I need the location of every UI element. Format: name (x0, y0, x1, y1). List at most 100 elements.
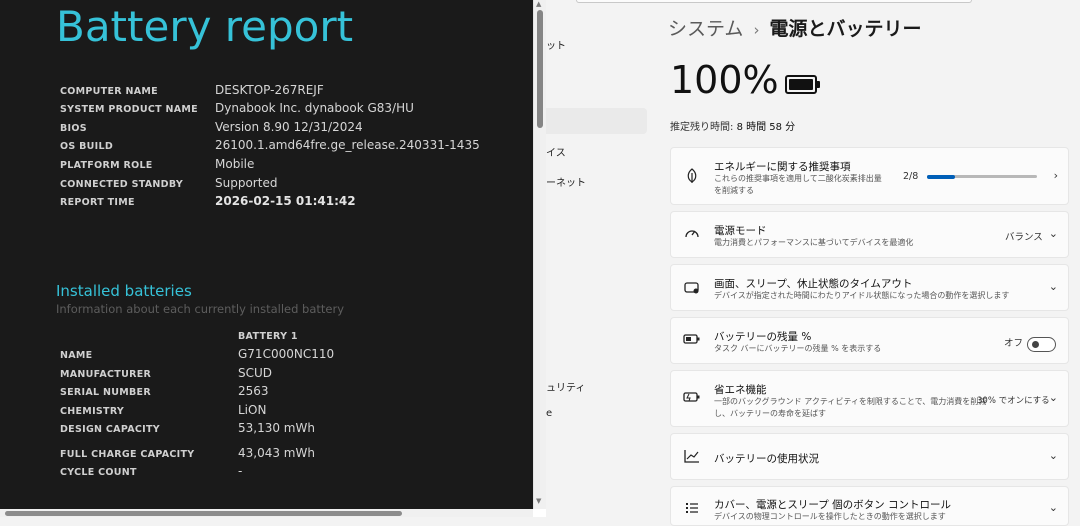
battery-label: DESIGN CAPACITY (60, 424, 160, 435)
battery-value: SCUD (238, 366, 273, 380)
info-value: Mobile (215, 157, 255, 171)
info-row-connected-standby: CONNECTED STANDBY Supported (60, 176, 530, 194)
battery-label: MANUFACTURER (60, 369, 152, 380)
battery-nub (817, 81, 820, 88)
info-row-report-time: REPORT TIME 2026-02-15 01:41:42 (60, 194, 530, 212)
info-label: OS BUILD (60, 141, 114, 152)
breadcrumb-parent[interactable]: システム (668, 18, 743, 40)
card-desc-line: 電力消費とパフォーマンスに基づいてデバイスを最適化 (714, 238, 914, 247)
nav-item-fragment[interactable]: e (546, 408, 552, 419)
energy-saver-value[interactable]: 30% でオンにする (977, 394, 1050, 406)
battery-value: 43,043 mWh (238, 446, 315, 460)
battery-row-full-charge-capacity: FULL CHARGE CAPACITY 43,043 mWh (60, 446, 530, 464)
info-row-bios: BIOS Version 8.90 12/31/2024 (60, 120, 530, 138)
info-value: 2026-02-15 01:41:42 (215, 194, 356, 208)
battery-report-page: Battery report COMPUTER NAME DESKTOP-267R… (0, 0, 533, 509)
battery-value: LiON (238, 403, 267, 417)
battery-value: - (238, 464, 243, 478)
nav-item-fragment[interactable]: ット (546, 37, 566, 52)
info-value: Dynabook Inc. dynabook G83/HU (215, 101, 414, 115)
card-title: エネルギーに関する推奨事項 (714, 161, 851, 173)
toggle-state-label: オフ (1004, 338, 1024, 349)
battery-label: CYCLE COUNT (60, 467, 137, 478)
battery-row-chemistry: CHEMISTRY LiON (60, 403, 530, 421)
leaf-icon (683, 168, 701, 188)
horizontal-scroll-thumb[interactable] (5, 511, 402, 516)
battery-value: 53,130 mWh (238, 421, 315, 435)
battery-level-fill (789, 79, 813, 90)
card-desc-line: これらの推奨事項を適用して二酸化炭素排出量 (714, 174, 882, 183)
info-row-computer-name: COMPUTER NAME DESKTOP-267REJF (60, 83, 530, 101)
info-label: CONNECTED STANDBY (60, 179, 184, 190)
card-battery-usage[interactable]: バッテリーの使用状況 ⌄ (670, 433, 1069, 480)
card-title: 省エネ機能 (714, 384, 767, 396)
vertical-scrollbar[interactable]: ▲ ▼ (533, 0, 546, 509)
chevron-down-icon: ⌄ (1048, 501, 1058, 514)
chevron-down-icon: ⌄ (1048, 227, 1058, 240)
horizontal-scrollbar[interactable] (0, 509, 533, 517)
energy-saver-icon (683, 391, 701, 407)
battery-label: SERIAL NUMBER (60, 387, 151, 398)
info-row-platform-role: PLATFORM ROLE Mobile (60, 157, 530, 175)
card-energy-saver[interactable]: 省エネ機能 一部のバックグラウンド アクティビティを制限することで、電力消費を削… (670, 370, 1069, 427)
installed-batteries-heading: Installed batteries (56, 282, 192, 300)
breadcrumb: システム › 電源とバッテリー (668, 14, 921, 41)
battery-column-header: BATTERY 1 (238, 331, 298, 342)
chevron-down-icon: ⌄ (1048, 280, 1058, 293)
nav-item-selected[interactable] (546, 108, 647, 134)
card-button-controls[interactable]: カバー、電源とスリープ 個のボタン コントロール デバイスの物理コントロールを操… (670, 486, 1069, 526)
remaining-time: 推定残り時間: 8 時間 58 分 (670, 118, 795, 133)
card-desc-line: デバイスが指定された時間にわたりアイドル状態になった場合の動作を選択します (714, 291, 1010, 300)
page-title: 電源とバッテリー (769, 18, 922, 40)
power-battery-page: システム › 電源とバッテリー 100% 推定残り時間: 8 時間 58 分 エネル… (656, 0, 1080, 526)
chevron-down-icon: ⌄ (1048, 391, 1058, 404)
card-title: バッテリーの使用状況 (714, 453, 819, 465)
info-value: Supported (215, 176, 278, 190)
nav-item-fragment[interactable]: イス (546, 144, 566, 159)
info-label: REPORT TIME (60, 197, 135, 208)
info-value: 26100.1.amd64fre.ge_release.240331-1435 (215, 138, 480, 152)
card-desc-line: 一部のバックグラウンド アクティビティを制限することで、電力消費を削減 (714, 397, 987, 406)
toggle-knob (1032, 341, 1039, 348)
battery-row-design-capacity: DESIGN CAPACITY 53,130 mWh (60, 421, 530, 439)
remaining-label: 推定残り時間: (670, 122, 734, 133)
card-power-mode[interactable]: 電源モード 電力消費とパフォーマンスに基づいてデバイスを最適化 バランス ⌄ (670, 211, 1069, 258)
card-energy-recommendations[interactable]: エネルギーに関する推奨事項 これらの推奨事項を適用して二酸化炭素排出量 を削減す… (670, 147, 1069, 205)
card-desc-line: を削減する (714, 186, 754, 195)
scroll-down-arrow-icon[interactable]: ▼ (536, 497, 541, 505)
battery-row-manufacturer: MANUFACTURER SCUD (60, 366, 530, 384)
card-screen-sleep-timeout[interactable]: 画面、スリープ、休止状態のタイムアウト デバイスが指定された時間にわたりアイドル… (670, 264, 1069, 311)
battery-label: CHEMISTRY (60, 406, 125, 417)
battery-label: FULL CHARGE CAPACITY (60, 449, 195, 460)
battery-row-cycle-count: CYCLE COUNT - (60, 464, 530, 482)
battery-percent-icon (683, 333, 701, 349)
chart-icon (683, 449, 701, 467)
recommendations-progress-fill (927, 174, 955, 179)
battery-percentage-toggle[interactable] (1027, 337, 1056, 352)
battery-row-serial: SERIAL NUMBER 2563 (60, 384, 530, 402)
nav-item-fragment[interactable]: ーネット (546, 174, 586, 189)
recommendations-count: 2/8 (903, 171, 919, 182)
power-mode-value[interactable]: バランス (1005, 229, 1043, 243)
info-label: COMPUTER NAME (60, 86, 158, 97)
battery-value: 2563 (238, 384, 269, 398)
info-row-product-name: SYSTEM PRODUCT NAME Dynabook Inc. dynaboo… (60, 101, 530, 119)
info-row-os-build: OS BUILD 26100.1.amd64fre.ge_release.2403… (60, 138, 530, 156)
card-title: 画面、スリープ、休止状態のタイムアウト (714, 278, 913, 290)
nav-item-fragment[interactable]: ュリティ (546, 379, 585, 394)
power-mode-icon (683, 226, 701, 244)
screen-sleep-icon (683, 281, 701, 299)
battery-icon (785, 75, 820, 94)
chevron-right-icon: › (1053, 169, 1058, 182)
report-title: Battery report (56, 2, 354, 51)
card-desc-line: タスク バーにバッテリーの残量 % を表示する (714, 344, 882, 353)
recommendations-progress (927, 174, 1037, 179)
card-desc-line: し、バッテリーの寿命を延ばす (714, 409, 826, 418)
installed-batteries-subtitle: Information about each currently install… (56, 302, 345, 316)
vertical-scroll-thumb[interactable] (537, 10, 543, 128)
card-battery-percentage[interactable]: バッテリーの残量 % タスク バーにバッテリーの残量 % を表示する オフ (670, 317, 1069, 364)
card-title: バッテリーの残量 % (714, 331, 812, 343)
chevron-down-icon: ⌄ (1048, 449, 1058, 462)
info-label: BIOS (60, 123, 87, 134)
scroll-up-arrow-icon[interactable]: ▲ (536, 0, 541, 8)
